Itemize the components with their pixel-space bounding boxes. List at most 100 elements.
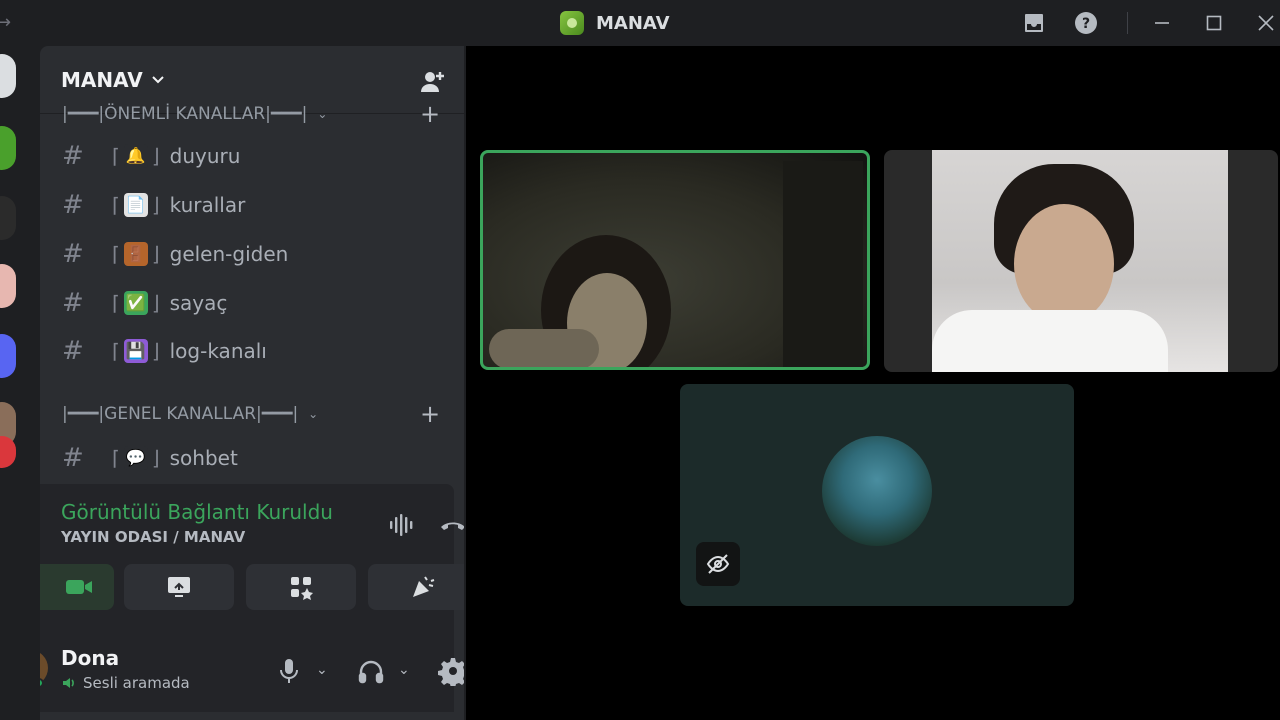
bracket-open: ⌈ bbox=[112, 291, 120, 315]
server-icon-2[interactable] bbox=[0, 196, 16, 240]
bracket-open: ⌈ bbox=[112, 144, 120, 168]
microphone-icon[interactable] bbox=[274, 656, 304, 686]
headphones-icon[interactable] bbox=[356, 656, 386, 686]
channel-name: log-kanalı bbox=[169, 339, 267, 363]
minimize-icon[interactable] bbox=[1150, 11, 1174, 35]
participant-shirt bbox=[932, 310, 1168, 372]
channel-name: duyuru bbox=[169, 144, 241, 168]
server-logo-icon bbox=[560, 11, 584, 35]
channel-sidebar: MANAV |━━━|ÖNEMLİ KANALLAR|━━━| ⌄ + # ⌈ … bbox=[40, 46, 464, 720]
server-rail bbox=[0, 46, 38, 720]
category-important[interactable]: |━━━|ÖNEMLİ KANALLAR|━━━| ⌄ + bbox=[62, 100, 440, 128]
server-icon-3[interactable] bbox=[0, 264, 16, 308]
hash-icon: # bbox=[62, 288, 84, 318]
camera-off-icon bbox=[696, 542, 740, 586]
server-icon-4[interactable] bbox=[0, 334, 16, 378]
channel-gelen-giden[interactable]: # ⌈ 🚪 ⌋ gelen-giden bbox=[62, 234, 452, 274]
maximize-icon[interactable] bbox=[1202, 11, 1226, 35]
invite-members-icon[interactable] bbox=[418, 68, 446, 96]
floppy-emoji-icon: 💾 bbox=[123, 339, 148, 363]
chevron-down-icon[interactable]: ⌄ bbox=[398, 662, 410, 678]
channel-kurallar[interactable]: # ⌈ 📄 ⌋ kurallar bbox=[62, 185, 452, 225]
activities-icon bbox=[291, 577, 313, 600]
close-icon[interactable] bbox=[1254, 11, 1278, 35]
bracket-close: ⌋ bbox=[151, 291, 160, 315]
disconnect-icon[interactable] bbox=[438, 510, 464, 540]
channel-sohbet[interactable]: # ⌈ 💬 ⌋ sohbet bbox=[62, 438, 452, 478]
activities-button[interactable] bbox=[246, 564, 356, 610]
window-title-text: MANAV bbox=[596, 12, 670, 34]
background-doorway bbox=[783, 161, 863, 367]
participant-face bbox=[1014, 204, 1114, 324]
chevron-down-icon: ⌄ bbox=[308, 407, 319, 421]
gear-icon[interactable] bbox=[438, 656, 464, 688]
bracket-close: ⌋ bbox=[151, 242, 160, 266]
user-name[interactable]: Dona bbox=[61, 646, 119, 670]
inbox-icon[interactable] bbox=[1022, 11, 1046, 35]
channel-name: kurallar bbox=[169, 193, 246, 217]
user-panel: Dona Sesli aramada ⌄ ⌄ bbox=[40, 624, 464, 712]
video-stage bbox=[466, 46, 1280, 720]
bracket-open: ⌈ bbox=[112, 446, 120, 470]
chevron-down-icon bbox=[152, 76, 164, 84]
avatar bbox=[822, 436, 932, 546]
channel-name: sayaç bbox=[169, 291, 228, 315]
bracket-open: ⌈ bbox=[112, 242, 120, 266]
channel-log-kanali[interactable]: # ⌈ 💾 ⌋ log-kanalı bbox=[62, 331, 452, 371]
channel-sayac[interactable]: # ⌈ ✅ ⌋ sayaç bbox=[62, 283, 452, 323]
channel-name: gelen-giden bbox=[169, 242, 289, 266]
category-label: |━━━|GENEL KANALLAR|━━━| bbox=[62, 404, 299, 424]
participant-arm bbox=[489, 329, 599, 367]
back-arrow-icon[interactable]: → bbox=[0, 12, 11, 33]
screen-share-icon bbox=[168, 577, 190, 597]
server-name-text: MANAV bbox=[61, 68, 143, 92]
channel-name: sohbet bbox=[169, 446, 238, 470]
bracket-open: ⌈ bbox=[112, 193, 120, 217]
hash-icon: # bbox=[62, 239, 84, 269]
bracket-close: ⌋ bbox=[151, 446, 160, 470]
server-icon-manav[interactable] bbox=[0, 126, 16, 170]
add-channel-icon[interactable]: + bbox=[420, 100, 440, 128]
document-emoji-icon: 📄 bbox=[123, 193, 148, 217]
category-label: |━━━|ÖNEMLİ KANALLAR|━━━| bbox=[62, 104, 308, 124]
window-title: MANAV bbox=[560, 11, 670, 35]
video-tile-speaking[interactable] bbox=[480, 150, 870, 370]
door-emoji-icon: 🚪 bbox=[123, 242, 148, 266]
bracket-close: ⌋ bbox=[151, 144, 160, 168]
mention-badge bbox=[0, 436, 16, 468]
server-name[interactable]: MANAV bbox=[61, 68, 165, 92]
bracket-close: ⌋ bbox=[151, 193, 160, 217]
voice-connected-icon bbox=[63, 678, 74, 688]
bracket-close: ⌋ bbox=[151, 339, 160, 363]
camera-button[interactable] bbox=[40, 564, 114, 610]
participant-video bbox=[932, 150, 1228, 372]
add-channel-icon[interactable]: + bbox=[420, 400, 440, 428]
check-emoji-icon: ✅ bbox=[123, 291, 148, 315]
soundboard-icon bbox=[413, 576, 435, 597]
hash-icon: # bbox=[62, 336, 84, 366]
soundboard-button[interactable] bbox=[368, 564, 464, 610]
titlebar-divider bbox=[1127, 12, 1128, 34]
voice-location[interactable]: YAYIN ODASI / MANAV bbox=[61, 528, 245, 546]
server-icon-home[interactable] bbox=[0, 54, 16, 98]
channel-duyuru[interactable]: # ⌈ 🔔 ⌋ duyuru bbox=[62, 136, 452, 176]
chevron-down-icon[interactable]: ⌄ bbox=[316, 662, 328, 678]
category-general[interactable]: |━━━|GENEL KANALLAR|━━━| ⌄ + bbox=[62, 400, 440, 428]
hash-icon: # bbox=[62, 141, 84, 171]
user-status: Sesli aramada bbox=[61, 674, 190, 692]
help-icon[interactable]: ? bbox=[1074, 11, 1098, 35]
hash-icon: # bbox=[62, 443, 84, 473]
voice-status[interactable]: Görüntülü Bağlantı Kuruldu bbox=[61, 500, 333, 524]
bracket-open: ⌈ bbox=[112, 339, 120, 363]
video-tile-participant[interactable] bbox=[884, 150, 1278, 372]
title-bar: → MANAV ? bbox=[0, 0, 1280, 46]
chevron-down-icon: ⌄ bbox=[317, 107, 328, 121]
speech-bubble-emoji-icon: 💬 bbox=[123, 446, 148, 470]
hash-icon: # bbox=[62, 190, 84, 220]
bell-emoji-icon: 🔔 bbox=[123, 144, 148, 168]
screen-share-button[interactable] bbox=[124, 564, 234, 610]
voice-connection-panel: Görüntülü Bağlantı Kuruldu YAYIN ODASI /… bbox=[40, 484, 464, 624]
video-tile-no-camera[interactable] bbox=[680, 384, 1074, 606]
noise-suppression-icon[interactable] bbox=[386, 510, 416, 540]
user-status-text: Sesli aramada bbox=[83, 674, 190, 692]
